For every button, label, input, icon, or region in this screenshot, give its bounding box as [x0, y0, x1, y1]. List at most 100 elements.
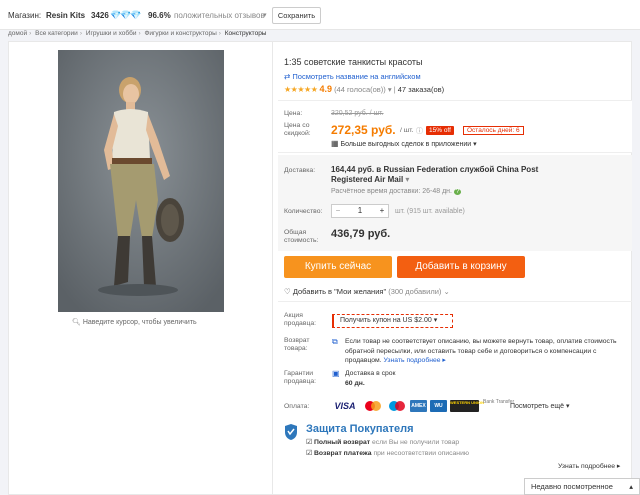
- divider: [278, 301, 632, 302]
- recently-viewed-toggle[interactable]: Недавно посмотренное ▴: [524, 478, 640, 495]
- shipping-section: Доставка: 164,44 руб. в Russian Federati…: [278, 155, 632, 251]
- bank-transfer-logo-icon: Bank Transfer: [483, 399, 515, 405]
- price-section: Цена: 320,52 руб. / шт. Цена со скидкой:…: [278, 100, 632, 153]
- visa-logo-icon: VISA: [332, 400, 358, 412]
- payment-more-link[interactable]: Посмотреть ещё ▾: [510, 402, 570, 410]
- protection-item-text: если Вы не получили товар: [372, 439, 460, 446]
- chevron-down-icon: ▾: [473, 141, 477, 148]
- more-deals-link[interactable]: ▦ Больше выгодных сделок в приложении ▾: [331, 139, 477, 148]
- coupon-text: Получить купон на US $2.00: [340, 317, 432, 324]
- product-title: 1:35 советские танкисты красоты: [284, 57, 423, 67]
- chevron-down-icon: ⌄: [443, 287, 450, 296]
- protection-more-link[interactable]: Узнать подробнее ▸: [558, 462, 620, 470]
- store-bar: Магазин: Resin Kits 3426 💎💎💎 96.6% полож…: [0, 0, 640, 30]
- product-image[interactable]: [58, 50, 224, 312]
- returns-label: Возврат товара:: [284, 337, 310, 352]
- magnifier-icon: 🔍︎: [72, 319, 81, 326]
- quantity-label: Количество:: [284, 208, 323, 215]
- payment-label: Оплата:: [284, 403, 310, 410]
- amex-logo-icon: AMEX: [410, 400, 427, 412]
- translate-icon: ⇄: [284, 72, 291, 81]
- add-to-cart-button[interactable]: Добавить в корзину: [397, 256, 525, 278]
- store-label: Магазин:: [8, 11, 42, 20]
- quantity-available: шт. (915 шт. available): [395, 208, 465, 215]
- minus-icon[interactable]: −: [332, 205, 344, 217]
- checkbox-icon: ☑: [306, 439, 313, 446]
- days-left-badge: Осталось дней: 6: [463, 126, 524, 135]
- returns-more-link[interactable]: Узнать подробнее ▸: [384, 357, 446, 364]
- quantity-input[interactable]: 1: [344, 205, 376, 217]
- order-count: 47 заказа(ов): [397, 85, 445, 94]
- zoom-hint: 🔍︎ Наведите курсор, чтобы увеличить: [72, 318, 197, 326]
- wishlist-count: (300 добавили): [388, 287, 442, 296]
- positive-pct: 96.6%: [148, 11, 171, 20]
- shipping-text-value: 164,44 руб. в Russian Federation службой…: [331, 165, 539, 184]
- wu-logo-icon: WU: [430, 400, 447, 412]
- english-title-link[interactable]: ⇄ Посмотреть название на английском: [284, 72, 421, 81]
- discount-badge: 15% off: [426, 126, 454, 135]
- discount-label: Цена со скидкой:: [284, 122, 311, 137]
- guarantee-label: Гарантии продавца:: [284, 370, 317, 385]
- checkbox-icon: ☑: [306, 450, 313, 457]
- discounted-price: 272,35 руб.: [331, 123, 396, 137]
- save-store-button[interactable]: Сохранить: [272, 7, 321, 24]
- breadcrumb-item[interactable]: Конструкторы: [225, 30, 267, 37]
- english-title-link-text: Посмотреть название на английском: [292, 72, 421, 81]
- delivery-estimate-text: Расчётное время доставки: 26-48 дн.: [331, 188, 452, 195]
- protection-item-title: Возврат платежа: [313, 450, 372, 457]
- total-price: 436,79 руб.: [331, 228, 391, 240]
- wishlist-text: Добавить в "Мои желания": [292, 287, 387, 296]
- store-score: 3426: [91, 11, 109, 20]
- delivery-estimate: Расчётное время доставки: 26-48 дн. ?: [331, 188, 462, 195]
- protection-item-text: при несоответствии описанию: [373, 450, 469, 457]
- breadcrumb-item[interactable]: Фигурки и конструкторы: [144, 30, 216, 37]
- star-rating-icon: ★★★★★: [284, 85, 318, 94]
- protection-title: Защита Покупателя: [306, 423, 414, 435]
- shipping-text[interactable]: 164,44 руб. в Russian Federation службой…: [331, 165, 556, 185]
- heart-icon: ♡: [284, 287, 291, 296]
- western-union-logo-icon: WESTERN UNION: [450, 400, 484, 412]
- plus-icon[interactable]: +: [376, 205, 388, 217]
- chevron-down-icon: ▾: [433, 317, 438, 324]
- positive-text: положительных отзывов: [174, 11, 265, 20]
- shipping-label: Доставка:: [284, 167, 316, 174]
- calendar-icon: ▣: [332, 369, 340, 378]
- wishlist-link[interactable]: ♡ Добавить в "Мои желания" (300 добавили…: [284, 287, 450, 296]
- store-name[interactable]: Resin Kits: [46, 11, 85, 20]
- breadcrumb-item[interactable]: домой: [8, 30, 27, 37]
- divider: [272, 41, 273, 495]
- protection-item: ☑ Возврат платежа при несоответствии опи…: [306, 449, 469, 457]
- protection-item: ☑ Полный возврат если Вы не получили тов…: [306, 438, 459, 446]
- chevron-down-icon[interactable]: ▾: [388, 85, 392, 94]
- quantity-stepper[interactable]: −1 +: [331, 204, 389, 218]
- breadcrumb-item[interactable]: Все категории: [35, 30, 78, 37]
- guarantee-days: 60 дн.: [345, 380, 365, 387]
- returns-more-text: Узнать подробнее: [383, 357, 441, 364]
- diamond-icon: 💎💎💎: [110, 10, 142, 20]
- breadcrumb: домой › Все категории › Игрушки и хобби › Ф…: [8, 30, 267, 37]
- help-icon[interactable]: ?: [453, 189, 462, 195]
- qr-icon: ▦: [331, 139, 339, 148]
- rating-votes[interactable]: (44 голоса(ов)): [334, 85, 386, 94]
- shield-icon: [284, 423, 298, 441]
- price-label: Цена:: [284, 110, 303, 117]
- total-label: Общая стоимость:: [284, 229, 319, 244]
- zoom-hint-text: Наведите курсор, чтобы увеличить: [82, 319, 197, 326]
- more-deals-text: Больше выгодных сделок в приложении: [340, 141, 472, 148]
- protection-item-title: Полный возврат: [313, 439, 371, 446]
- promo-label: Акция продавца:: [284, 312, 317, 327]
- recently-viewed-label: Недавно посмотренное: [531, 482, 613, 491]
- breadcrumb-item[interactable]: Игрушки и хобби: [86, 30, 137, 37]
- protection-more-text: Узнать подробнее: [558, 463, 616, 470]
- info-icon[interactable]: ⓘ: [416, 126, 423, 136]
- maestro-logo-icon: [387, 400, 407, 412]
- payment-more-text: Посмотреть ещё: [510, 403, 565, 410]
- returns-text: Если товар не соответствует описанию, вы…: [345, 337, 617, 366]
- price-unit: / шт.: [400, 127, 414, 134]
- buy-now-button[interactable]: Купить сейчас: [284, 256, 392, 278]
- chevron-down-icon[interactable]: ▾: [263, 11, 267, 19]
- chevron-down-icon: ▾: [405, 175, 410, 184]
- rating-row: ★★★★★ 4.9 (44 голоса(ов)) ▾ | 47 заказа(…: [284, 84, 445, 94]
- coupon-button[interactable]: Получить купон на US $2.00 ▾: [332, 314, 453, 328]
- return-box-icon: ⧉: [332, 337, 338, 346]
